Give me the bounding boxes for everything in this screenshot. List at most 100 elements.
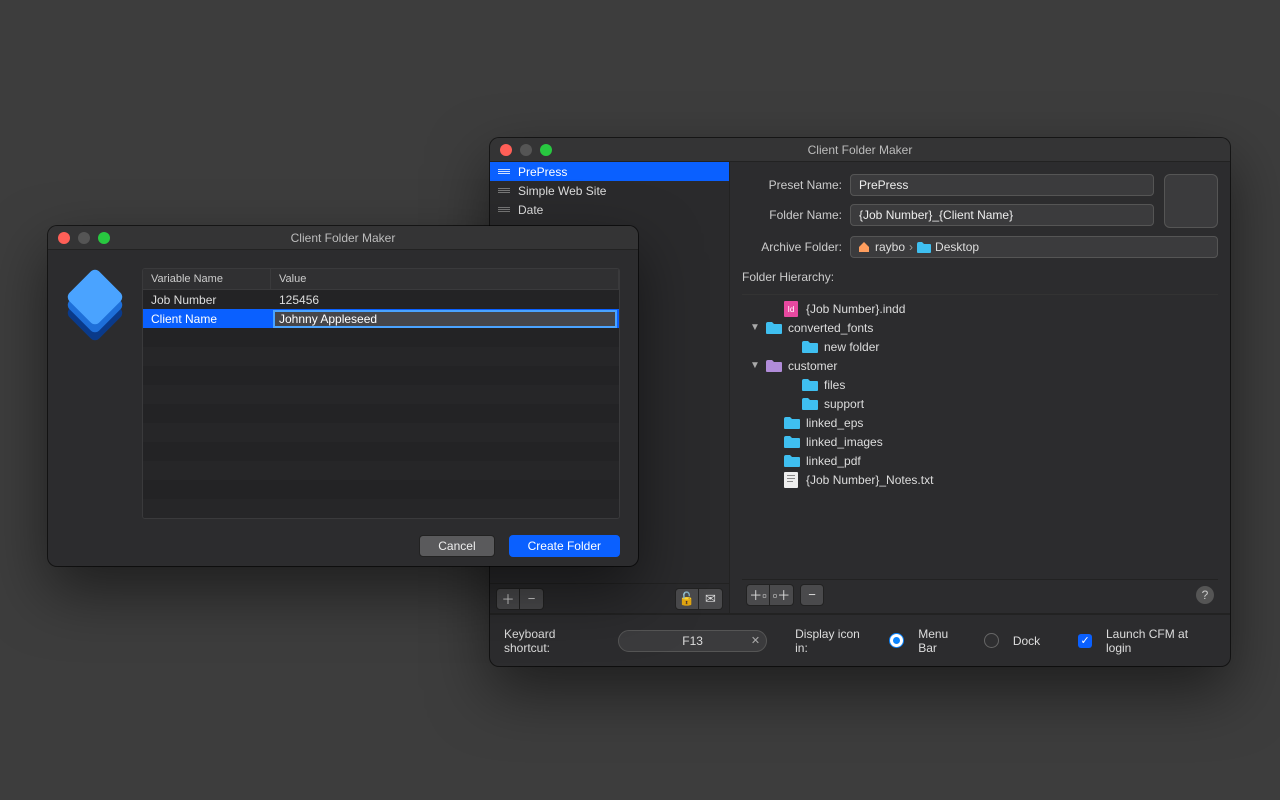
disclosure-triangle-icon[interactable]: ▼	[750, 322, 760, 333]
hierarchy-label: Folder Hierarchy:	[742, 270, 1218, 284]
main-titlebar[interactable]: Client Folder Maker	[490, 138, 1230, 162]
tree-row[interactable]: files	[742, 375, 1218, 394]
tree-label: files	[824, 378, 845, 392]
tree-row[interactable]: linked_pdf	[742, 451, 1218, 470]
folder-icon	[766, 322, 782, 334]
shortcut-field[interactable]: F13 ✕	[618, 630, 767, 652]
minimize-icon[interactable]	[520, 144, 532, 156]
col-header-name[interactable]: Variable Name	[143, 269, 271, 289]
var-value-cell: 125456	[271, 293, 619, 307]
table-row[interactable]	[143, 480, 619, 499]
close-icon[interactable]	[500, 144, 512, 156]
folder-icon	[766, 360, 782, 372]
remove-preset-button[interactable]: −	[520, 588, 544, 610]
add-folder-icon: ＋▫	[749, 585, 767, 604]
color-well[interactable]	[1164, 174, 1218, 228]
folder-icon	[784, 417, 800, 429]
app-icon	[66, 272, 124, 330]
table-row[interactable]	[143, 366, 619, 385]
tree-row[interactable]: ▼ converted_fonts	[742, 318, 1218, 337]
preset-item[interactable]: PrePress	[490, 162, 729, 181]
table-row[interactable]	[143, 328, 619, 347]
action-button[interactable]: ✉	[699, 588, 723, 610]
lock-icon: 🔓	[679, 591, 695, 607]
folder-name-label: Folder Name:	[742, 208, 842, 222]
menu-bar-radio[interactable]	[889, 633, 904, 648]
dock-label: Dock	[1013, 634, 1040, 648]
preset-name-label: Preset Name:	[742, 178, 842, 192]
folder-icon	[784, 455, 800, 467]
folder-icon	[802, 398, 818, 410]
dialog-title: Client Folder Maker	[48, 231, 638, 245]
tree-label: linked_pdf	[806, 454, 861, 468]
drag-handle-icon[interactable]	[498, 169, 510, 174]
var-name-cell: Client Name	[143, 312, 271, 326]
zoom-icon[interactable]	[540, 144, 552, 156]
table-row[interactable]	[143, 404, 619, 423]
main-window-title: Client Folder Maker	[490, 143, 1230, 157]
clear-shortcut-icon[interactable]: ✕	[751, 634, 760, 647]
dialog-titlebar[interactable]: Client Folder Maker	[48, 226, 638, 250]
table-row[interactable]	[143, 385, 619, 404]
table-row[interactable]: Client Name	[143, 309, 619, 328]
disclosure-triangle-icon[interactable]: ▼	[750, 360, 760, 371]
table-row[interactable]	[143, 423, 619, 442]
create-folder-button[interactable]: Create Folder	[509, 535, 620, 557]
help-button[interactable]: ?	[1196, 586, 1214, 604]
close-icon[interactable]	[58, 232, 70, 244]
preset-item[interactable]: Date	[490, 200, 729, 219]
text-file-icon	[784, 472, 800, 488]
preset-item[interactable]: Simple Web Site	[490, 181, 729, 200]
shortcut-label: Keyboard shortcut:	[504, 627, 604, 655]
table-row[interactable]	[143, 347, 619, 366]
preset-label: Simple Web Site	[518, 184, 606, 198]
tree-row[interactable]: new folder	[742, 337, 1218, 356]
tree-label: support	[824, 397, 864, 411]
add-subfolder-button[interactable]: ▫＋	[770, 584, 794, 606]
tree-row[interactable]: linked_images	[742, 432, 1218, 451]
minimize-icon[interactable]	[78, 232, 90, 244]
col-header-value[interactable]: Value	[271, 269, 619, 289]
tree-label: customer	[788, 359, 837, 373]
launch-at-login-checkbox[interactable]: ✓	[1078, 634, 1092, 648]
home-icon	[857, 241, 871, 253]
remove-node-button[interactable]: −	[800, 584, 824, 606]
table-row[interactable]	[143, 442, 619, 461]
shortcut-value: F13	[682, 634, 703, 648]
tree-row[interactable]: support	[742, 394, 1218, 413]
folder-hierarchy-tree[interactable]: Id {Job Number}.indd ▼ converted_fontsnew f…	[742, 294, 1218, 571]
tree-row[interactable]: ▼ customer	[742, 356, 1218, 375]
preset-name-input[interactable]	[850, 174, 1154, 196]
tree-row[interactable]: Id {Job Number}.indd	[742, 299, 1218, 318]
tree-row[interactable]: linked_eps	[742, 413, 1218, 432]
variable-table[interactable]: Variable Name Value Job Number125456 Clie…	[142, 268, 620, 519]
display-icon-label: Display icon in:	[795, 627, 875, 655]
cancel-button[interactable]: Cancel	[419, 535, 494, 557]
add-preset-button[interactable]: ＋	[496, 588, 520, 610]
tree-label: {Job Number}.indd	[806, 302, 905, 316]
drag-handle-icon[interactable]	[498, 207, 510, 212]
add-folder-button[interactable]: ＋▫	[746, 584, 770, 606]
tree-row[interactable]: {Job Number}_Notes.txt	[742, 470, 1218, 489]
menu-bar-label: Menu Bar	[918, 627, 970, 655]
folder-icon	[802, 379, 818, 391]
bottom-bar: Keyboard shortcut: F13 ✕ Display icon in…	[490, 614, 1230, 666]
table-row[interactable]	[143, 499, 619, 518]
table-row[interactable]	[143, 461, 619, 480]
zoom-icon[interactable]	[98, 232, 110, 244]
tree-label: converted_fonts	[788, 321, 873, 335]
svg-text:Id: Id	[788, 305, 795, 314]
tree-label: {Job Number}_Notes.txt	[806, 473, 933, 487]
chevron-right-icon: ›	[909, 240, 913, 254]
preset-label: PrePress	[518, 165, 567, 179]
preset-detail-pane: Preset Name: Folder Name: Archive Folder…	[730, 162, 1230, 613]
dock-radio[interactable]	[984, 633, 999, 648]
archive-folder-crumb[interactable]: raybo › Desktop	[850, 236, 1218, 258]
folder-name-input[interactable]	[850, 204, 1154, 226]
launch-at-login-label: Launch CFM at login	[1106, 627, 1216, 655]
lock-button[interactable]: 🔓	[675, 588, 699, 610]
table-row[interactable]: Job Number125456	[143, 290, 619, 309]
drag-handle-icon[interactable]	[498, 188, 510, 193]
var-value-input[interactable]	[273, 310, 617, 328]
tree-label: linked_images	[806, 435, 883, 449]
